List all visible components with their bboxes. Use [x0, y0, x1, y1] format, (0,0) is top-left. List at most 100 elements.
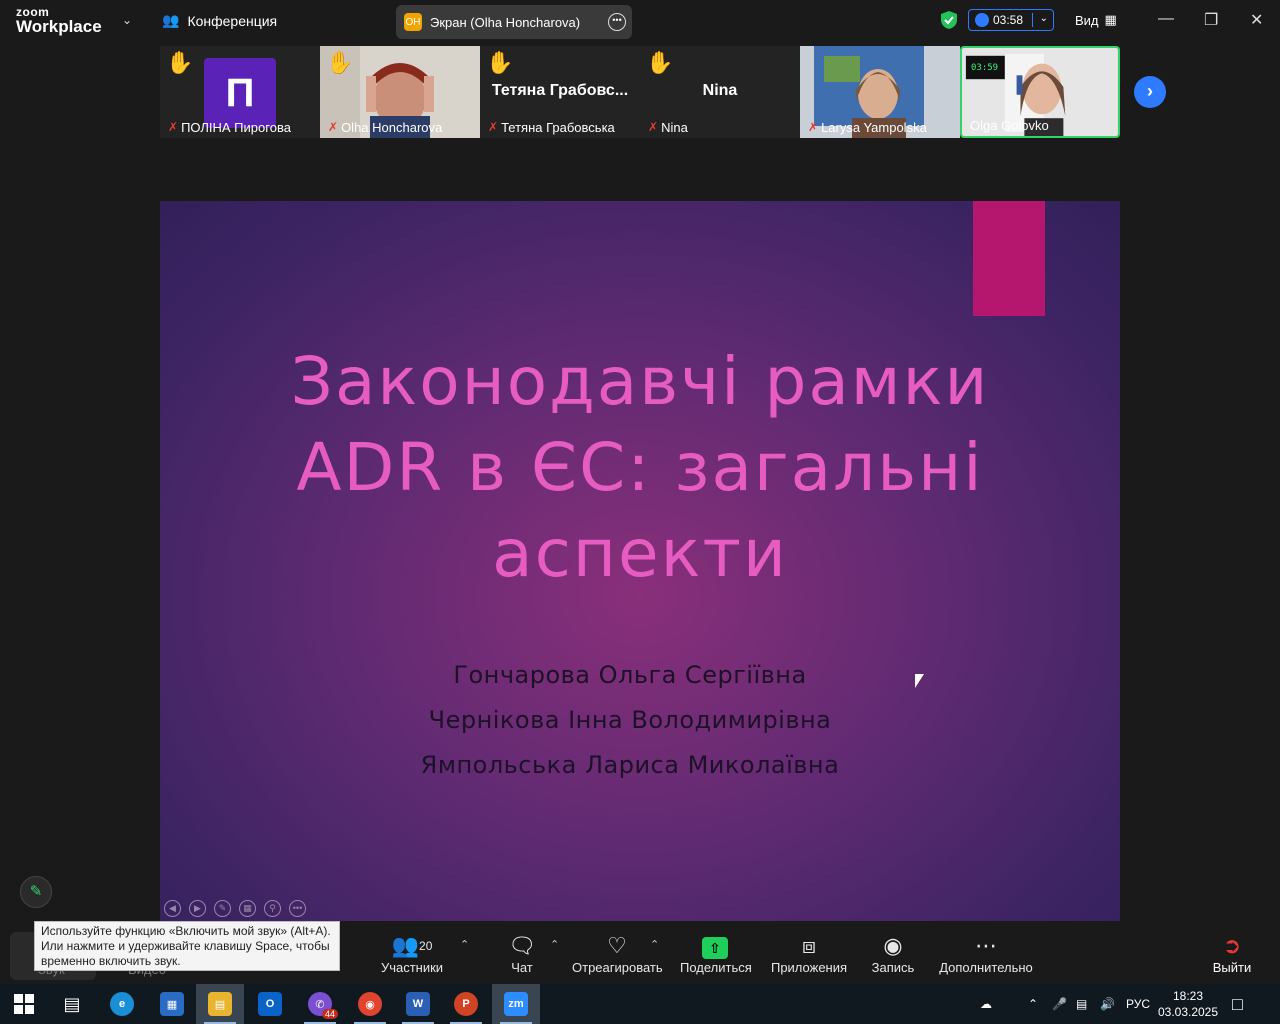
meeting-timer[interactable]: 03:58 ⌄	[968, 9, 1054, 31]
more-options-icon: ⋯	[975, 933, 997, 958]
powerpoint-icon[interactable]: P	[442, 984, 490, 1024]
timer-icon	[975, 13, 989, 27]
windows-taskbar: ▤ e ▦ ▤ O ✆ 44 ◉ W P zm ☁ ⌃ 🎤 ▤ 🔊 РУС 18…	[0, 984, 1280, 1024]
zoom-magnifier-icon[interactable]: ⚲	[264, 900, 281, 917]
more-button[interactable]: ⋯ Дополнительно	[938, 932, 1034, 975]
zoom-app-icon[interactable]: zm	[492, 984, 540, 1024]
clock-date: 03.03.2025	[1157, 1005, 1219, 1019]
close-icon[interactable]: ✕	[1250, 10, 1263, 30]
chevron-up-icon[interactable]: ⌃	[650, 938, 659, 951]
participant-tile[interactable]: ✋ П ✗ ПОЛІНА Пирогова	[160, 46, 320, 138]
record-icon: ◉	[883, 933, 903, 958]
minimize-icon[interactable]: —	[1158, 10, 1174, 28]
restore-icon[interactable]: ❐	[1204, 10, 1218, 30]
heart-icon: ♡	[607, 933, 627, 958]
meeting-info-button[interactable]: 👥 Конференция	[162, 12, 277, 29]
mouse-cursor	[915, 674, 924, 688]
participant-display-name: Тетяна Грабовс...	[491, 82, 629, 99]
participant-tile[interactable]: ✋ Тетяна Грабовс... ✗ Тетяна Грабовська	[480, 46, 640, 138]
show-hidden-icons-icon[interactable]: ⌃	[1028, 984, 1038, 1024]
zoom-window: zoom Workplace ⌄ 👥 Конференция OH Экран …	[0, 0, 1280, 984]
participant-name-label: ✗ Nina	[644, 118, 692, 136]
react-label: Отреагировать	[572, 960, 663, 975]
windows-start-icon[interactable]	[0, 984, 48, 1024]
next-page-arrow-icon[interactable]: ›	[1134, 76, 1166, 108]
file-explorer-icon[interactable]: ▤	[196, 984, 244, 1024]
slide-accent-tab	[973, 201, 1045, 316]
participant-name: Olga Golovko	[970, 117, 1049, 133]
participants-button[interactable]: 👥20 Участники	[380, 932, 444, 975]
pen-icon[interactable]: ✎	[214, 900, 231, 917]
participant-tile-active-speaker[interactable]: 03:59 Olga Golovko	[960, 46, 1120, 138]
share-arrow-icon: ⇧	[702, 937, 728, 959]
more-label: Дополнительно	[939, 960, 1033, 975]
unmute-tooltip: Используйте функцию «Включить мой звук» …	[34, 921, 340, 971]
participant-name-label: ✗ ПОЛІНА Пирогова	[164, 118, 295, 136]
network-icon[interactable]: ▤	[1076, 984, 1087, 1024]
slideshow-controls: ◀ ▶ ✎ ▦ ⚲ •••	[164, 900, 306, 917]
chat-button[interactable]: 🗨 Чат	[500, 932, 544, 975]
notifications-icon[interactable]: □	[1232, 984, 1243, 1024]
outlook-icon[interactable]: O	[246, 984, 294, 1024]
microphone-icon[interactable]: 🎤	[1052, 984, 1067, 1024]
author-name: Гончарова Ольга Сергіївна	[453, 661, 807, 689]
timer-divider	[1032, 13, 1033, 27]
system-clock[interactable]: 18:23 03.03.2025	[1156, 988, 1220, 1020]
next-slide-icon[interactable]: ▶	[189, 900, 206, 917]
author-name: Ямпольська Лариса Миколаївна	[420, 751, 840, 779]
chrome-icon[interactable]: ◉	[346, 984, 394, 1024]
apps-label: Приложения	[770, 960, 848, 975]
leave-meeting-button[interactable]: ➲ Выйти	[1206, 932, 1258, 975]
viber-icon[interactable]: ✆ 44	[296, 984, 344, 1024]
edge-browser-icon[interactable]: e	[98, 984, 146, 1024]
mic-muted-icon: ✗	[168, 120, 179, 134]
participant-tile[interactable]: ✋ Nina ✗ Nina	[640, 46, 800, 138]
view-button[interactable]: Вид ▦	[1075, 12, 1117, 28]
shared-screen-slide: Законодавчі рамки ADR в ЄС: загальні асп…	[160, 201, 1120, 921]
mic-muted-icon: ✗	[328, 120, 339, 134]
apps-button[interactable]: ⧈ Приложения	[770, 932, 848, 975]
participant-display-name: Nina	[702, 82, 738, 99]
record-button[interactable]: ◉ Запись	[866, 932, 920, 975]
participant-name: Olha Honcharova	[341, 119, 443, 135]
author-name: Чернікова Інна Володимирівна	[428, 706, 832, 734]
security-shield-icon[interactable]	[940, 10, 958, 30]
annotate-pencil-icon[interactable]: ✎	[20, 876, 52, 908]
share-screen-button[interactable]: ⇧ Поделиться	[680, 932, 752, 975]
chevron-down-icon[interactable]: ⌄	[122, 13, 132, 27]
chevron-up-icon[interactable]: ⌃	[550, 938, 559, 951]
timer-value: 03:58	[993, 13, 1024, 27]
screen-share-pill[interactable]: OH Экран (Olha Honcharova) •••	[396, 5, 632, 39]
video-timer-text: 03:59	[971, 63, 999, 73]
participant-tile[interactable]: ✗ Larysa Yampolska	[800, 46, 960, 138]
apps-icon: ⧈	[802, 933, 816, 958]
task-view-icon[interactable]: ▤	[48, 984, 96, 1024]
meeting-icon: 👥	[162, 12, 180, 28]
meeting-label: Конференция	[187, 12, 278, 29]
participant-name-label: ✗ Larysa Yampolska	[804, 118, 931, 136]
volume-icon[interactable]: 🔊	[1100, 984, 1115, 1024]
sharer-avatar: OH	[404, 13, 422, 31]
participant-tile[interactable]: ✋ ✗ Olha Honcharova	[320, 46, 480, 138]
more-options-icon[interactable]: •••	[289, 900, 306, 917]
prev-slide-icon[interactable]: ◀	[164, 900, 181, 917]
grid-icon: ▦	[1104, 12, 1117, 27]
title-bar: zoom Workplace ⌄ 👥 Конференция OH Экран …	[0, 0, 1280, 44]
screen-share-label: Экран (Olha Honcharova)	[430, 14, 581, 30]
participant-name: Nina	[661, 119, 688, 135]
slide-title-line: Законодавчі рамки	[290, 343, 990, 420]
onedrive-icon[interactable]: ☁	[980, 984, 992, 1024]
chevron-up-icon[interactable]: ⌃	[460, 938, 469, 951]
participant-name-label: ✗ Тетяна Грабовська	[484, 118, 619, 136]
view-label: Вид	[1075, 12, 1099, 28]
more-options-icon[interactable]: •••	[608, 13, 626, 31]
chevron-down-icon[interactable]: ⌄	[1040, 13, 1048, 24]
store-icon[interactable]: ▦	[148, 984, 196, 1024]
language-indicator[interactable]: РУС	[1126, 984, 1150, 1024]
participant-name: ПОЛІНА Пирогова	[181, 119, 291, 135]
slides-grid-icon[interactable]: ▦	[239, 900, 256, 917]
mic-muted-icon: ✗	[488, 120, 499, 134]
react-button[interactable]: ♡ Отреагировать	[572, 932, 663, 975]
mic-muted-icon: ✗	[648, 120, 659, 134]
word-icon[interactable]: W	[394, 984, 442, 1024]
